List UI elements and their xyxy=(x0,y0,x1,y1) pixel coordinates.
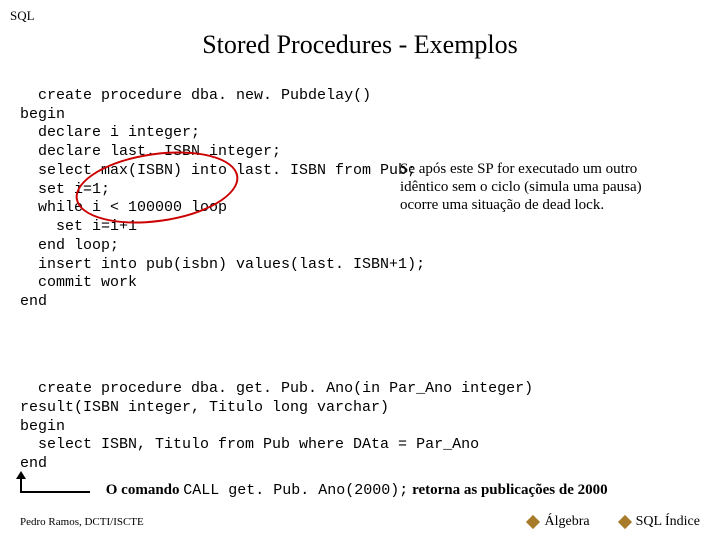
code-block-2: create procedure dba. get. Pub. Ano(in P… xyxy=(20,361,700,474)
code-text-2: create procedure dba. get. Pub. Ano(in P… xyxy=(20,380,533,472)
footer-link-algebra[interactable]: Álgebra xyxy=(528,514,589,530)
caption-row: O comando CALL get. Pub. Ano(2000); reto… xyxy=(20,482,700,499)
footer-link-index[interactable]: SQL Índice xyxy=(620,514,700,530)
footer-link-index-label: SQL Índice xyxy=(636,514,700,530)
diamond-icon xyxy=(618,515,632,529)
footer: Pedro Ramos, DCTI/ISCTE Álgebra SQL Índi… xyxy=(0,514,720,530)
arrow-up-icon xyxy=(20,476,90,493)
footer-author: Pedro Ramos, DCTI/ISCTE xyxy=(20,516,498,528)
corner-label: SQL xyxy=(10,8,35,24)
caption-suffix: retorna as publicações de 2000 xyxy=(408,482,607,498)
caption-prefix: O comando xyxy=(106,482,184,498)
footer-link-algebra-label: Álgebra xyxy=(544,514,589,530)
diamond-icon xyxy=(526,515,540,529)
caption-text: O comando CALL get. Pub. Ano(2000); reto… xyxy=(106,482,608,498)
caption-mono: CALL get. Pub. Ano(2000); xyxy=(183,482,408,499)
code-block-1: create procedure dba. new. Pubdelay() be… xyxy=(20,68,700,349)
code-text-1: create procedure dba. new. Pubdelay() be… xyxy=(20,87,425,310)
annotation-text: Se após este SP for executado um outro i… xyxy=(400,160,680,214)
page-title: Stored Procedures - Exemplos xyxy=(20,30,700,60)
